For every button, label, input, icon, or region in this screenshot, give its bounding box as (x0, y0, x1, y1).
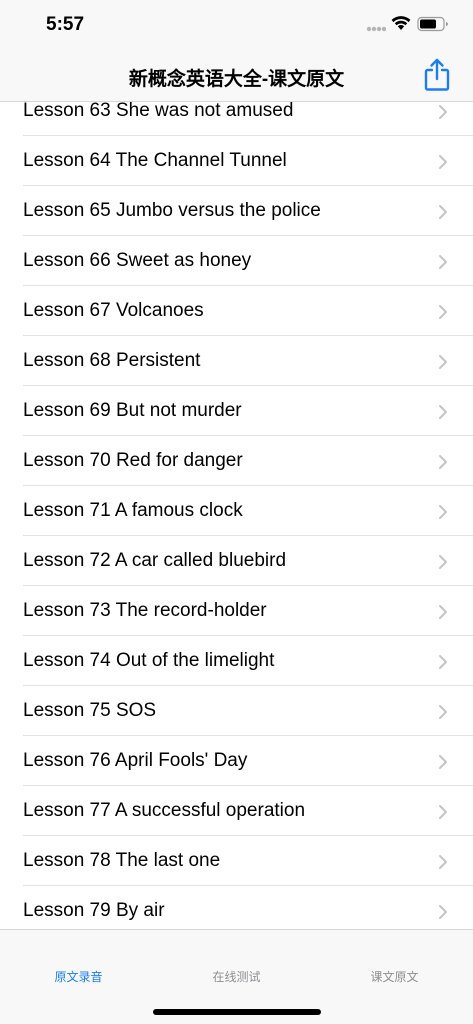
list-item-label: Lesson 66 Sweet as honey (23, 250, 252, 271)
chevron-right-icon (439, 205, 447, 219)
chevron-right-icon (439, 255, 447, 269)
list-item-label: Lesson 73 The record-holder (23, 600, 267, 621)
tab-original-audio[interactable]: 原文录音 (0, 968, 157, 985)
chevron-right-icon (439, 405, 447, 419)
list-item-label: Lesson 67 Volcanoes (23, 300, 204, 321)
chevron-right-icon (439, 505, 447, 519)
list-item[interactable]: Lesson 66 Sweet as honey (0, 236, 473, 286)
navigation-bar: 新概念英语大全-课文原文 (0, 50, 473, 102)
list-item[interactable]: Lesson 77 A successful operation (0, 786, 473, 836)
list-item-label: Lesson 77 A successful operation (23, 800, 306, 821)
list-item-label: Lesson 79 By air (23, 900, 165, 921)
chevron-right-icon (439, 805, 447, 819)
app-screen: 5:57 Lesson 63 She was not amused Lesson … (0, 0, 473, 1024)
list-item-label: Lesson 72 A car called bluebird (23, 550, 287, 571)
list-item[interactable]: Lesson 64 The Channel Tunnel (0, 136, 473, 186)
list-item[interactable]: Lesson 71 A famous clock (0, 486, 473, 536)
list-item-label: Lesson 71 A famous clock (23, 500, 243, 521)
list-item[interactable]: Lesson 74 Out of the limelight (0, 636, 473, 686)
list-item-label: Lesson 63 She was not amused (23, 100, 294, 121)
status-bar: 5:57 (0, 0, 473, 50)
chevron-right-icon (439, 905, 447, 919)
list-item[interactable]: Lesson 67 Volcanoes (0, 286, 473, 336)
tab-online-test[interactable]: 在线测试 (158, 968, 315, 985)
list-item[interactable]: Lesson 69 But not murder (0, 386, 473, 436)
home-indicator (153, 1009, 321, 1015)
chevron-right-icon (439, 455, 447, 469)
lesson-list[interactable]: Lesson 63 She was not amused Lesson 64 Th… (0, 86, 473, 936)
share-icon[interactable] (421, 56, 453, 92)
status-time: 5:57 (46, 14, 85, 35)
list-item-label: Lesson 78 The last one (23, 850, 221, 871)
list-item[interactable]: Lesson 68 Persistent (0, 336, 473, 386)
chevron-right-icon (439, 105, 447, 119)
chevron-right-icon (439, 855, 447, 869)
list-item[interactable]: Lesson 78 The last one (0, 836, 473, 886)
page-title: 新概念英语大全-课文原文 (128, 69, 345, 90)
list-item[interactable]: Lesson 65 Jumbo versus the police (0, 186, 473, 236)
chevron-right-icon (439, 555, 447, 569)
chevron-right-icon (439, 705, 447, 719)
battery-icon (417, 16, 448, 32)
chevron-right-icon (439, 755, 447, 769)
list-item[interactable]: Lesson 73 The record-holder (0, 586, 473, 636)
list-item-label: Lesson 65 Jumbo versus the police (23, 200, 321, 221)
tab-original-text[interactable]: 课文原文 (316, 968, 473, 985)
list-item[interactable]: Lesson 76 April Fools' Day (0, 736, 473, 786)
chevron-right-icon (439, 305, 447, 319)
list-item[interactable]: Lesson 75 SOS (0, 686, 473, 736)
list-item[interactable]: Lesson 70 Red for danger (0, 436, 473, 486)
chevron-right-icon (439, 655, 447, 669)
list-item-label: Lesson 75 SOS (23, 700, 157, 721)
list-item-label: Lesson 76 April Fools' Day (23, 750, 248, 771)
wifi-icon (391, 16, 411, 30)
chevron-right-icon (439, 605, 447, 619)
cellular-signal-icon (366, 26, 386, 32)
list-item-label: Lesson 68 Persistent (23, 350, 201, 371)
list-item-label: Lesson 69 But not murder (23, 400, 242, 421)
list-item-label: Lesson 70 Red for danger (23, 450, 243, 471)
list-item[interactable]: Lesson 72 A car called bluebird (0, 536, 473, 586)
chevron-right-icon (439, 355, 447, 369)
chevron-right-icon (439, 155, 447, 169)
list-item-label: Lesson 74 Out of the limelight (23, 650, 275, 671)
list-item-label: Lesson 64 The Channel Tunnel (23, 150, 287, 171)
